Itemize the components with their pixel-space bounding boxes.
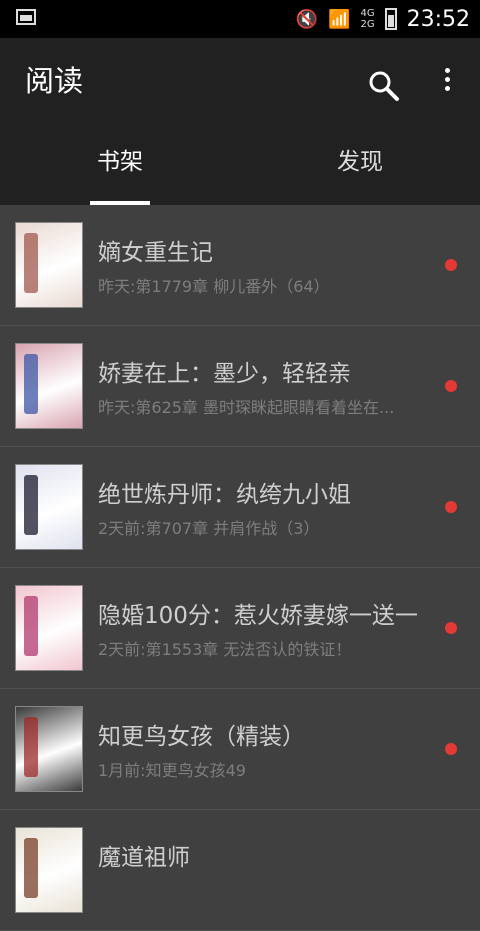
page-title: 阅读	[25, 64, 84, 98]
list-item[interactable]: 知更鸟女孩（精装） 1月前:知更鸟女孩49	[0, 689, 480, 810]
book-title: 魔道祖师	[98, 845, 190, 871]
book-title: 娇妻在上：墨少，轻轻亲	[98, 361, 351, 387]
unread-dot-icon	[445, 380, 457, 392]
book-latest-chapter: 昨天:第1779章 柳儿番外（64）	[98, 277, 330, 296]
more-dot-icon	[444, 86, 450, 91]
search-button[interactable]	[368, 70, 400, 102]
book-cover	[15, 464, 83, 550]
unread-dot-icon	[445, 743, 457, 755]
tab-bar: 书架 发现	[0, 120, 480, 205]
list-item[interactable]: 娇妻在上：墨少，轻轻亲 昨天:第625章 墨时琛眯起眼睛看着坐在...	[0, 326, 480, 447]
book-latest-chapter: 2天前:第707章 并肩作战（3）	[98, 519, 320, 538]
unread-dot-icon	[445, 259, 457, 271]
unread-dot-icon	[445, 501, 457, 513]
image-notification-icon	[16, 9, 36, 25]
book-title: 绝世炼丹师：纨绔九小姐	[98, 482, 351, 508]
book-list: 嫡女重生记 昨天:第1779章 柳儿番外（64） 娇妻在上：墨少，轻轻亲 昨天:…	[0, 205, 480, 931]
book-cover	[15, 222, 83, 308]
list-item[interactable]: 隐婚100分：惹火娇妻嫁一送一 2天前:第1553章 无法否认的铁证！	[0, 568, 480, 689]
list-item[interactable]: 嫡女重生记 昨天:第1779章 柳儿番外（64）	[0, 205, 480, 326]
tab-bookshelf-label: 书架	[97, 149, 143, 175]
status-bar: 🔇 📶 4G 2G 23:52	[0, 0, 480, 38]
book-latest-chapter: 1月前:知更鸟女孩49	[98, 761, 246, 780]
book-title: 嫡女重生记	[98, 240, 213, 266]
book-cover	[15, 343, 83, 429]
tab-discover-label: 发现	[337, 149, 383, 175]
list-item[interactable]: 魔道祖师	[0, 810, 480, 931]
cover-art	[24, 717, 38, 777]
network-bottom-label: 2G	[360, 19, 375, 30]
list-item[interactable]: 绝世炼丹师：纨绔九小姐 2天前:第707章 并肩作战（3）	[0, 447, 480, 568]
cover-art	[24, 596, 38, 656]
cover-art	[24, 354, 38, 414]
search-icon	[369, 71, 399, 101]
tab-discover[interactable]: 发现	[240, 120, 480, 205]
wifi-icon: 📶	[328, 8, 351, 30]
cover-art	[24, 233, 38, 293]
book-title: 知更鸟女孩（精装）	[98, 724, 305, 750]
book-latest-chapter: 2天前:第1553章 无法否认的铁证！	[98, 640, 352, 659]
clock: 23:52	[406, 6, 470, 32]
more-menu-button[interactable]	[436, 64, 458, 94]
unread-dot-icon	[445, 622, 457, 634]
book-cover	[15, 706, 83, 792]
more-dot-icon	[444, 68, 450, 73]
book-cover	[15, 827, 83, 913]
book-latest-chapter: 昨天:第625章 墨时琛眯起眼睛看着坐在...	[98, 398, 395, 417]
network-type: 4G 2G	[360, 8, 374, 30]
cover-art	[24, 838, 38, 898]
mute-icon: 🔇	[295, 8, 319, 30]
status-icons: 🔇 📶 4G 2G 23:52	[296, 0, 470, 38]
book-cover	[15, 585, 83, 671]
more-dot-icon	[444, 77, 450, 82]
network-top-label: 4G	[360, 8, 375, 19]
book-title: 隐婚100分：惹火娇妻嫁一送一	[98, 603, 418, 629]
cover-art	[24, 475, 38, 535]
tab-bookshelf[interactable]: 书架	[0, 120, 240, 205]
battery-icon	[384, 8, 397, 30]
app-bar: 阅读	[0, 38, 480, 120]
